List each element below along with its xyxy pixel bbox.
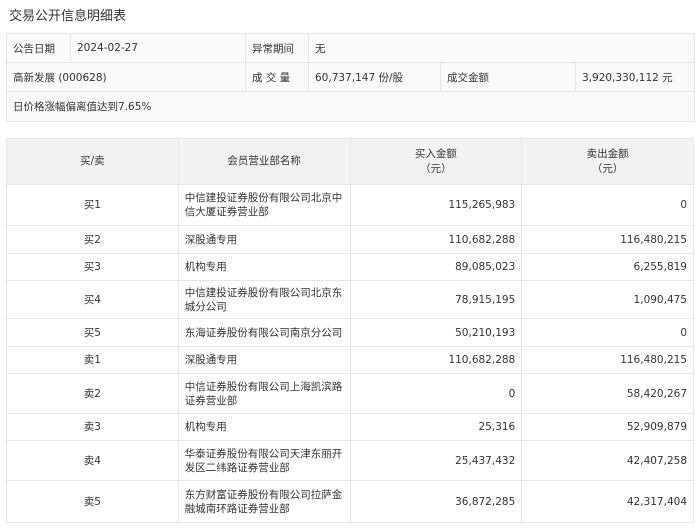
branch-cell: 深股通专用: [177, 346, 351, 374]
sell-amount-cell: 42,407,258: [521, 440, 694, 481]
info-table: 公告日期 2024-02-27 异常期间 无 高新发展 (000628) 成 交…: [5, 33, 696, 122]
buy-amount-cell: 0: [349, 373, 523, 414]
sell-amount-cell: 116,480,215: [521, 346, 694, 374]
period-value: 无: [307, 33, 696, 63]
sell-amount-cell: 1,090,475: [521, 280, 694, 319]
period-label: 异常期间: [245, 33, 309, 63]
buy-amount-cell: 89,085,023: [349, 253, 523, 281]
buy-amount-cell: 50,210,193: [349, 318, 523, 347]
branch-cell: 深股通专用: [177, 225, 351, 254]
table-row: 买1 中信建投证券股份有限公司北京中信大厦证券营业部 115,265,983 0: [6, 184, 694, 226]
amount-label: 成交金额: [440, 62, 576, 92]
buy-amount-cell: 110,682,288: [349, 225, 523, 254]
table-row: 买5 东海证券股份有限公司南京分公司 50,210,193 0: [6, 318, 694, 347]
table-row: 买2 深股通专用 110,682,288 116,480,215: [6, 225, 694, 254]
branch-cell: 东海证券股份有限公司南京分公司: [177, 318, 351, 347]
page-title: 交易公开信息明细表: [9, 9, 127, 24]
table-row: 卖4 华泰证券股份有限公司天津东丽开发区二纬路证券营业部 25,437,432 42,…: [6, 440, 694, 481]
sell-amount-cell: 0: [521, 184, 694, 226]
buy-amount-cell: 78,915,195: [349, 280, 523, 319]
side-cell: 卖4: [6, 440, 179, 481]
table-row: 卖3 机构专用 25,316 52,909,879: [6, 413, 694, 441]
table-row: 买4 中信建投证券股份有限公司北京东城分公司 78,915,195 1,090,475: [6, 280, 694, 319]
buy-amount-cell: 115,265,983: [349, 184, 523, 226]
side-cell: 买5: [6, 318, 179, 347]
volume-label: 成 交 量: [245, 62, 309, 92]
table-row: 卖2 中信证券股份有限公司上海凯滨路证券营业部 0 58,420,267: [6, 373, 694, 414]
sell-amount-cell: 6,255,819: [521, 253, 694, 281]
sell-amount-cell: 58,420,267: [521, 373, 694, 414]
side-cell: 买3: [6, 253, 179, 281]
table-row: 卖5 东方财富证券股份有限公司拉萨金融城南环路证券营业部 36,872,285 42,…: [6, 480, 694, 523]
buy-amount-cell: 110,682,288: [349, 346, 523, 374]
amount-value: 3,920,330,112 元: [574, 62, 696, 92]
branch-cell: 中信证券股份有限公司上海凯滨路证券营业部: [177, 373, 351, 414]
side-cell: 卖3: [6, 413, 179, 441]
side-cell: 买1: [6, 184, 179, 226]
side-cell: 卖5: [6, 480, 179, 523]
stock-name: 高新发展 (000628): [6, 62, 246, 92]
side-cell: 卖1: [6, 346, 179, 374]
table-row: 买3 机构专用 89,085,023 6,255,819: [6, 253, 694, 281]
buy-amount-cell: 36,872,285: [349, 480, 523, 523]
date-label: 公告日期: [6, 33, 71, 63]
side-cell: 买4: [6, 280, 179, 319]
table-row: 卖1 深股通专用 110,682,288 116,480,215: [6, 346, 694, 374]
sell-amount-cell: 52,909,879: [521, 413, 694, 441]
header-branch: 会员营业部名称: [177, 138, 351, 185]
branch-cell: 机构专用: [177, 253, 351, 281]
buy-amount-cell: 25,437,432: [349, 440, 523, 481]
header-side: 买/卖: [6, 138, 179, 185]
sell-amount-cell: 0: [521, 318, 694, 347]
branch-cell: 东方财富证券股份有限公司拉萨金融城南环路证券营业部: [177, 480, 351, 523]
date-value: 2024-02-27: [70, 33, 246, 63]
volume-value: 60,737,147 份/股: [308, 62, 441, 92]
trade-table: 买/卖 会员营业部名称 买入金额 （元） 卖出金额 （元） 买1 中信建投证券股份有限公…: [6, 138, 694, 523]
branch-cell: 中信建投证券股份有限公司北京中信大厦证券营业部: [177, 184, 351, 226]
buy-amount-cell: 25,316: [349, 413, 523, 441]
branch-cell: 机构专用: [177, 413, 351, 441]
header-buy: 买入金额 （元）: [349, 138, 523, 185]
header-sell: 卖出金额 （元）: [521, 138, 694, 185]
branch-cell: 华泰证券股份有限公司天津东丽开发区二纬路证券营业部: [177, 440, 351, 481]
sell-amount-cell: 42,317,404: [521, 480, 694, 523]
reason: 日价格涨幅偏离值达到7.65%: [5, 91, 696, 122]
sell-amount-cell: 116,480,215: [521, 225, 694, 254]
side-cell: 卖2: [6, 373, 179, 414]
branch-cell: 中信建投证券股份有限公司北京东城分公司: [177, 280, 351, 319]
side-cell: 买2: [6, 225, 179, 254]
